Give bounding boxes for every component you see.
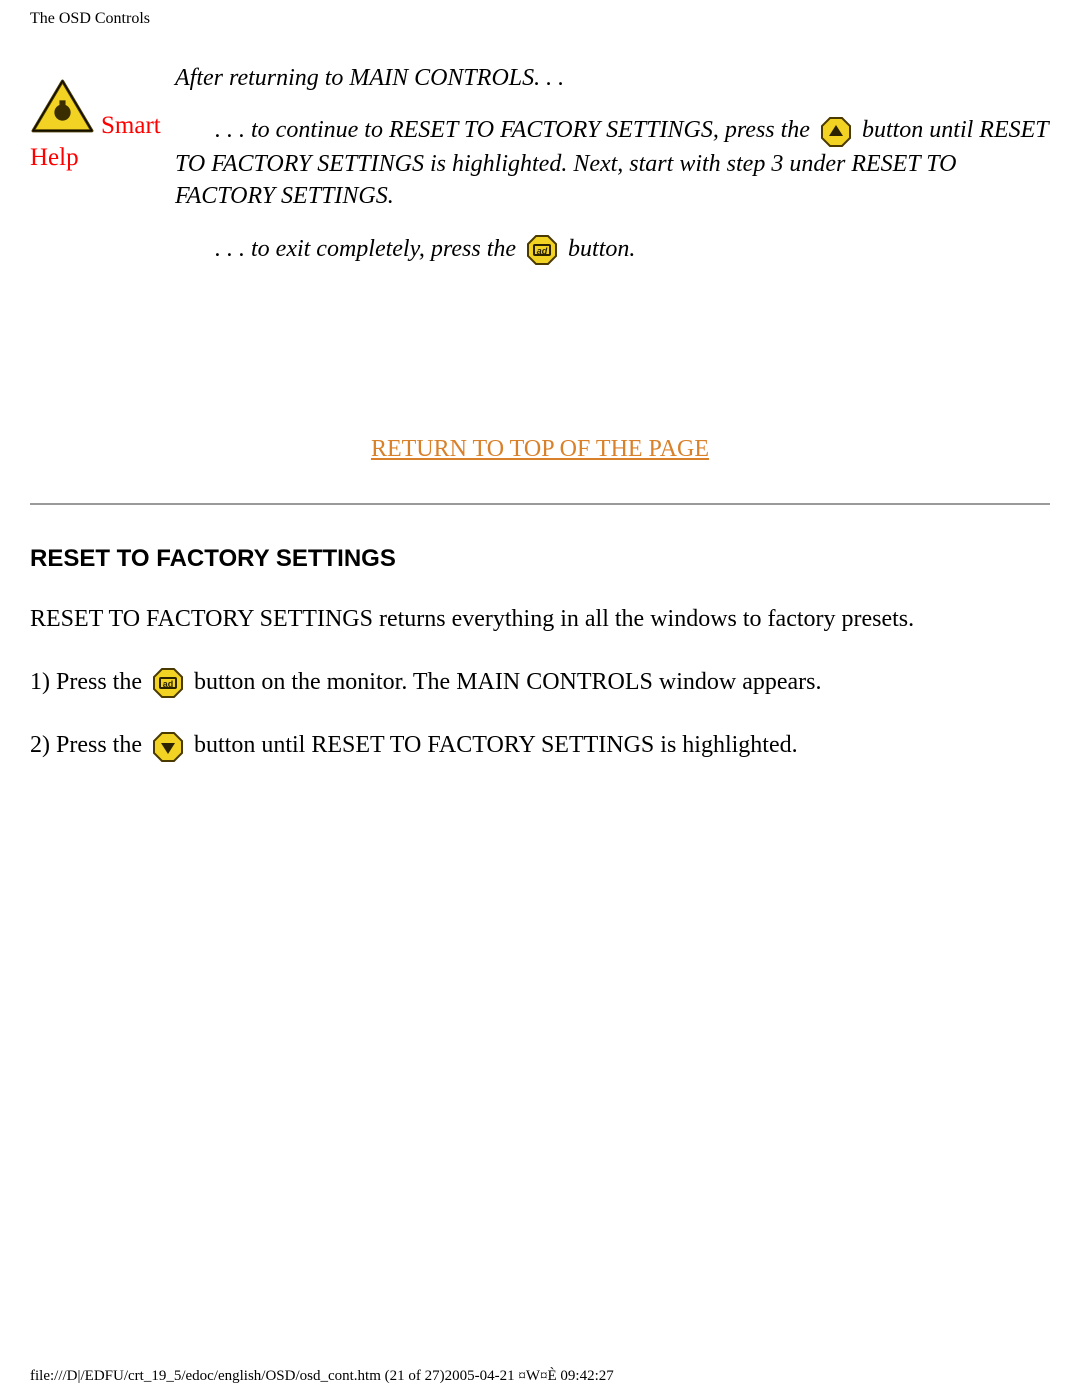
svg-text:ad: ad [537,246,548,256]
step-2: 2) Press the button until RESET TO FACTO… [30,729,1050,762]
step-1: 1) Press the ad button on the monitor. T… [30,666,1050,699]
intro-paragraph: After returning to MAIN CONTROLS. . . [175,62,1050,94]
smart-help-help-label: Help [30,144,175,172]
section-heading-reset: RESET TO FACTORY SETTINGS [30,545,1050,573]
continue-paragraph: . . . to continue to RESET TO FACTORY SE… [175,114,1050,212]
page-header-title: The OSD Controls [30,10,1050,28]
continue-paragraph-pre: . . . to continue to RESET TO FACTORY SE… [215,117,816,143]
exit-paragraph-post: button. [568,236,635,262]
step-1-pre: 1) Press the [30,669,148,695]
smart-help-smart-label: Smart [101,112,161,140]
top-content-column: After returning to MAIN CONTROLS. . . . … [175,48,1050,286]
section-description: RESET TO FACTORY SETTINGS returns everyt… [30,603,1050,635]
step-2-pre: 2) Press the [30,732,148,758]
step-1-post: button on the monitor. The MAIN CONTROLS… [194,669,822,695]
return-to-top-link[interactable]: RETURN TO TOP OF THE PAGE [371,436,709,462]
top-content-row: Smart Help After returning to MAIN CONTR… [30,48,1050,286]
down-arrow-button-icon [152,731,184,763]
step-2-post: button until RESET TO FACTORY SETTINGS i… [194,732,798,758]
svg-text:ad: ad [163,679,174,689]
exit-paragraph-pre: . . . to exit completely, press the [215,236,516,262]
return-link-container: RETURN TO TOP OF THE PAGE [30,436,1050,463]
warning-triangle-icon [30,78,95,138]
exit-paragraph: . . . to exit completely, press the ad b… [175,233,1050,266]
ok-button-icon: ad [152,667,184,699]
up-arrow-button-icon [820,116,852,148]
page-footer-path: file:///D|/EDFU/crt_19_5/edoc/english/OS… [30,1368,614,1385]
ok-button-icon: ad [526,234,558,266]
section-divider [30,503,1050,505]
smart-help-column: Smart Help [30,48,175,172]
